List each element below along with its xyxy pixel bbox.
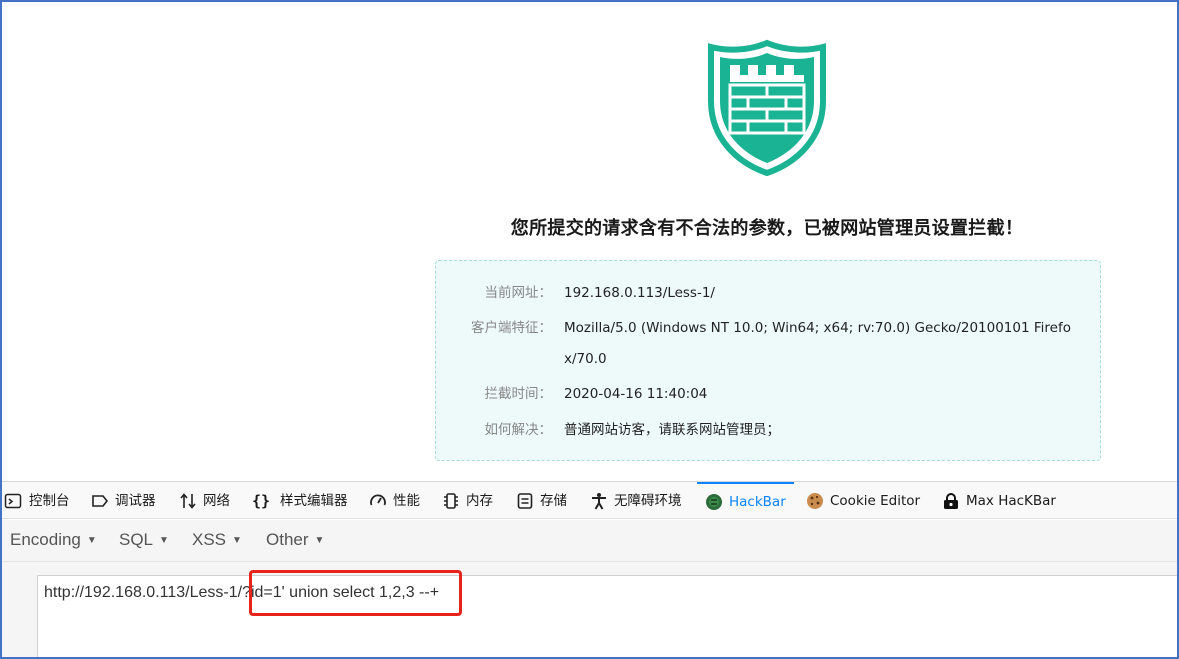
tab-debugger[interactable]: 调试器 [91, 482, 156, 520]
tab-label: HackBar [729, 493, 786, 510]
hackbar-icon [706, 494, 722, 510]
waf-block-title: 您所提交的请求含有不合法的参数，已被网站管理员设置拦截！ [510, 218, 1024, 239]
devtools-toolbar: 控制台 调试器 网络 {} 样式编辑器 性能 内存 存储 无障碍环境 HackB… [2, 481, 1177, 519]
tab-label: 内存 [466, 492, 493, 509]
info-label: 当前网址： [484, 285, 553, 301]
storage-icon [517, 493, 533, 509]
hackbar-menu-row: Encoding ▼ SQL ▼ XSS ▼ Other ▼ [2, 520, 1177, 562]
tab-label: 调试器 [115, 492, 156, 509]
tab-console[interactable]: 控制台 [4, 482, 70, 520]
accessibility-icon [592, 493, 606, 510]
performance-icon [370, 494, 386, 506]
tab-storage[interactable]: 存储 [516, 482, 567, 520]
menu-sql[interactable]: SQL ▼ [119, 530, 169, 550]
hackbar-panel: Encoding ▼ SQL ▼ XSS ▼ Other ▼ http://192.16… [2, 520, 1177, 657]
tab-label: 网络 [203, 492, 230, 509]
caret-down-icon: ▼ [86, 535, 97, 546]
menu-label: SQL [119, 530, 154, 549]
menu-label: Encoding [10, 530, 81, 549]
max-hackbar-icon [944, 493, 958, 509]
tab-label: 样式编辑器 [280, 492, 348, 509]
tab-hackbar[interactable]: HackBar [697, 482, 794, 520]
menu-xss[interactable]: XSS ▼ [192, 530, 242, 550]
tab-style-editor[interactable]: {} 样式编辑器 [252, 482, 348, 520]
tab-max-hackbar[interactable]: Max HacKBar [942, 482, 1056, 520]
info-label: 拦截时间： [484, 386, 553, 402]
tab-label: 控制台 [29, 492, 70, 509]
tab-accessibility[interactable]: 无障碍环境 [590, 482, 682, 520]
menu-other[interactable]: Other ▼ [266, 530, 324, 550]
style-editor-icon: {} [252, 492, 271, 510]
tab-label: Max HacKBar [966, 492, 1056, 509]
debugger-icon [92, 495, 109, 507]
info-value: 普通网站访客，请联系网站管理员； [564, 422, 780, 438]
info-label: 如何解决： [484, 422, 553, 438]
console-icon [4, 493, 22, 509]
info-label: 客户端特征： [471, 320, 552, 336]
waf-block-page: 您所提交的请求含有不合法的参数，已被网站管理员设置拦截！ 当前网址： 192.1… [2, 2, 1177, 480]
tab-performance[interactable]: 性能 [369, 482, 420, 520]
request-info-box: 当前网址： 192.168.0.113/Less-1/ 客户端特征： Mozil… [435, 260, 1101, 461]
tab-label: 无障碍环境 [614, 492, 682, 509]
info-value: 2020-04-16 11:40:04 [564, 386, 708, 402]
tab-network[interactable]: 网络 [179, 482, 230, 520]
menu-label: XSS [192, 530, 227, 549]
shield-icon [708, 39, 826, 177]
cookie-icon [807, 493, 823, 509]
menu-label: Other [266, 530, 309, 549]
caret-down-icon: ▼ [159, 535, 169, 546]
caret-down-icon: ▼ [232, 535, 242, 546]
tab-label: 性能 [393, 492, 420, 509]
network-icon [180, 493, 196, 509]
memory-icon [444, 493, 458, 509]
menu-encoding[interactable]: Encoding ▼ [10, 530, 97, 550]
tab-memory[interactable]: 内存 [442, 482, 493, 520]
payload-highlight-box [249, 570, 462, 616]
tab-cookie-editor[interactable]: Cookie Editor [806, 482, 920, 520]
tab-label: 存储 [540, 492, 567, 509]
caret-down-icon: ▼ [314, 535, 325, 546]
url-input[interactable]: http://192.168.0.113/Less-1/?id=1' union… [37, 575, 1177, 657]
tab-label: Cookie Editor [830, 492, 921, 509]
browser-window: 您所提交的请求含有不合法的参数，已被网站管理员设置拦截！ 当前网址： 192.1… [0, 0, 1179, 659]
info-value: Mozilla/5.0 (Windows NT 10.0; Win64; x64… [564, 320, 1071, 367]
info-value: 192.168.0.113/Less-1/ [564, 285, 715, 301]
